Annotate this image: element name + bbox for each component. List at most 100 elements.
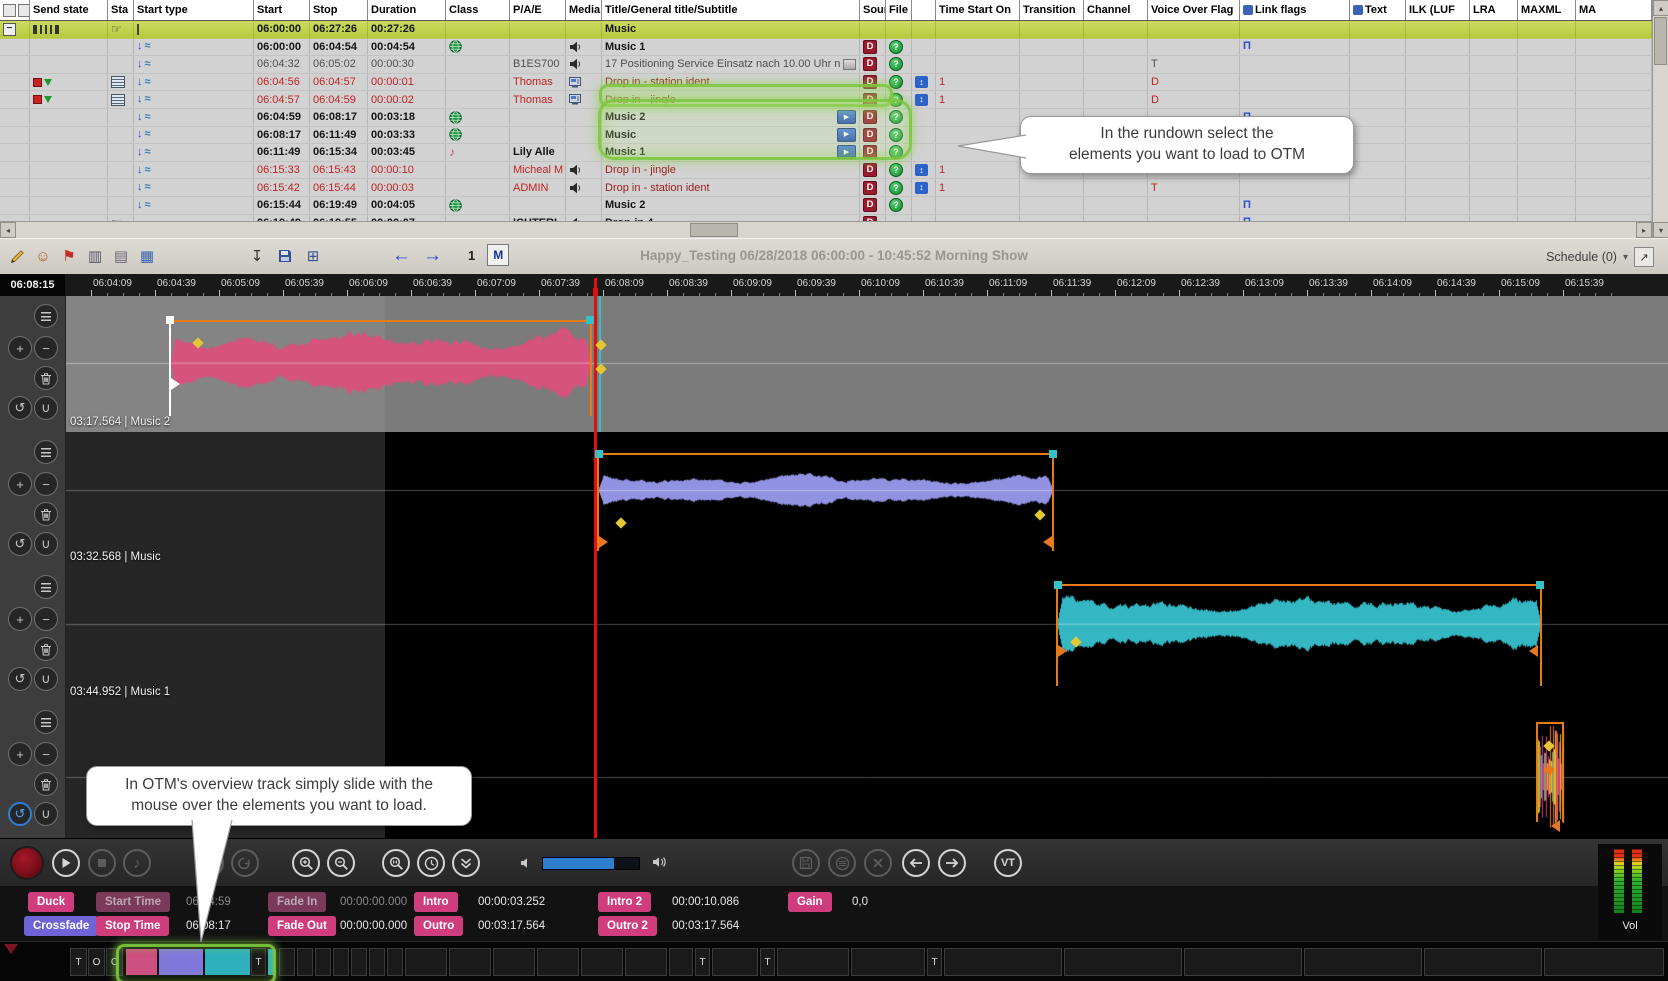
rundown-row-0[interactable]: −☞06:00:0006:27:2600:27:26Music — [0, 21, 1652, 39]
next-button[interactable] — [938, 849, 966, 877]
rundown-row-9[interactable]: ↓≈06:15:4206:15:4400:00:03ADMINDrop in -… — [0, 179, 1652, 197]
column-header-send[interactable]: Send state — [30, 0, 108, 20]
column-header-sel[interactable] — [0, 0, 30, 20]
zoom-out-button[interactable] — [327, 849, 355, 877]
column-header-title[interactable]: Title/General title/Subtitle — [602, 0, 860, 20]
track-cup-button[interactable]: ∪ — [34, 667, 58, 691]
track-trash-button[interactable] — [34, 772, 58, 796]
rundown-row-3[interactable]: ↓≈06:04:5606:04:5700:00:01ThomasDrop in … — [0, 74, 1652, 92]
overview-cell-29[interactable] — [1064, 948, 1182, 976]
overview-cell-18[interactable] — [537, 948, 579, 976]
horizontal-scroll-thumb[interactable] — [690, 223, 738, 237]
start-time-button[interactable]: Start Time — [96, 892, 170, 912]
zoom-time-button[interactable] — [417, 849, 445, 877]
stop-button[interactable] — [88, 849, 116, 877]
track-plus-button[interactable]: + — [8, 336, 32, 360]
edit-pencil-icon[interactable] — [6, 245, 28, 267]
column-header-link[interactable]: Link flags — [1240, 0, 1350, 20]
track-menu-button[interactable] — [34, 304, 58, 328]
track-loop-button[interactable]: ↺ — [8, 667, 32, 691]
column-header-lra[interactable]: LRA — [1470, 0, 1518, 20]
track-cup-button[interactable]: ∪ — [34, 396, 58, 420]
duck-button[interactable]: Duck — [28, 892, 74, 912]
user-icon[interactable]: ☺ — [32, 245, 54, 267]
rundown-row-8[interactable]: ↓≈06:15:3306:15:4300:00:10Micheal MDrop … — [0, 162, 1652, 180]
stop-time-button[interactable]: Stop Time — [96, 916, 169, 936]
record-button[interactable] — [10, 846, 44, 880]
column-header-ilk[interactable]: ILK (LUF — [1406, 0, 1470, 20]
redo-button[interactable] — [231, 849, 259, 877]
cancel-button[interactable] — [864, 849, 892, 877]
previous-button[interactable] — [902, 849, 930, 877]
audition-button[interactable]: ♪ — [123, 849, 151, 877]
overview-cell-26[interactable] — [851, 948, 925, 976]
volume-slider[interactable] — [542, 857, 640, 870]
track-loop-button[interactable]: ↺ — [8, 532, 32, 556]
overview-cell-10[interactable] — [315, 948, 331, 976]
undo-button[interactable] — [196, 849, 224, 877]
scroll-right-button[interactable]: ▸ — [1636, 222, 1652, 238]
scroll-left-button[interactable]: ◂ — [0, 222, 16, 238]
track-menu-button[interactable] — [34, 710, 58, 734]
track-2[interactable]: 03:32.568 | Music+−↺∪ — [0, 432, 1668, 568]
column-header-voice[interactable]: Voice Over Flag — [1148, 0, 1240, 20]
fade-in-button[interactable]: Fade In — [268, 892, 326, 912]
overview-cell-23[interactable] — [712, 948, 758, 976]
flag-icon[interactable]: ⚑ — [58, 245, 80, 267]
intro2-button[interactable]: Intro 2 — [598, 892, 651, 912]
envelope-line[interactable] — [1057, 584, 1541, 586]
track-minus-button[interactable]: − — [34, 742, 58, 766]
fade-out-button[interactable]: Fade Out — [268, 916, 336, 936]
overview-cell-14[interactable] — [387, 948, 403, 976]
paste-icon[interactable]: ▤ — [110, 245, 132, 267]
mixdown-button[interactable] — [828, 849, 856, 877]
rundown-row-10[interactable]: ↓≈06:15:4406:19:4900:04:05Music 2D?Π — [0, 197, 1652, 215]
column-header-dur[interactable]: Duration — [368, 0, 446, 20]
envelope-line[interactable] — [1537, 722, 1563, 724]
scroll-down-button[interactable]: ▾ — [1653, 222, 1668, 238]
track-3[interactable]: 03:44.952 | Music 1+−↺∪ — [0, 567, 1668, 703]
rundown-row-7[interactable]: ↓≈06:11:4906:15:3400:03:45♪Lily AlleMusi… — [0, 144, 1652, 162]
rundown-row-2[interactable]: ↓≈06:04:3206:05:0200:00:30B1ES70017 Posi… — [0, 56, 1652, 74]
vt-button[interactable]: VT — [994, 849, 1022, 877]
column-header-flag2[interactable] — [912, 0, 936, 20]
overview-cell-o-1[interactable]: O — [88, 948, 105, 976]
load-down-icon[interactable]: ↧ — [246, 245, 268, 267]
track-minus-button[interactable]: − — [34, 607, 58, 631]
select-all-button[interactable] — [3, 4, 16, 17]
overview-cell-17[interactable] — [493, 948, 535, 976]
rundown-horizontal-scrollbar[interactable]: ◂ ▸ — [0, 221, 1652, 239]
track-cup-button[interactable]: ∪ — [34, 802, 58, 826]
rundown-row-1[interactable]: ↓≈06:00:0006:04:5400:04:54Music 1D?Π — [0, 39, 1652, 57]
overview-cell-13[interactable] — [369, 948, 385, 976]
track-plus-button[interactable]: + — [8, 472, 32, 496]
track-trash-button[interactable] — [34, 502, 58, 526]
overview-cell-8[interactable] — [279, 948, 295, 976]
track-1[interactable]: 03:17.564 | Music 2+−↺∪ — [0, 296, 1668, 433]
column-header-sour[interactable]: Sour — [860, 0, 886, 20]
copy-icon[interactable]: ▥ — [84, 245, 106, 267]
outro2-button[interactable]: Outro 2 — [598, 916, 657, 936]
envelope-line[interactable] — [598, 453, 1053, 455]
vertical-scroll-thumb[interactable] — [1654, 17, 1667, 65]
track-plus-button[interactable]: + — [8, 742, 32, 766]
play-button[interactable] — [52, 849, 80, 877]
column-header-cls[interactable]: Class — [446, 0, 510, 20]
gain-button[interactable]: Gain — [788, 892, 832, 912]
overview-cell-t-24[interactable]: T — [760, 948, 775, 976]
column-header-ma[interactable]: MA — [1576, 0, 1652, 20]
timeline-ruler[interactable]: 06:08:15 06:04:0906:04:3906:05:0906:05:3… — [0, 274, 1668, 296]
overview-cell-19[interactable] — [581, 948, 623, 976]
overview-cell-15[interactable] — [405, 948, 447, 976]
overview-cell-t-27[interactable]: T — [927, 948, 942, 976]
column-header-pae[interactable]: P/A/E — [510, 0, 566, 20]
rundown-row-5[interactable]: ↓≈06:04:5906:08:1700:03:18Music 2▶D?Π — [0, 109, 1652, 127]
column-header-stype[interactable]: Start type — [134, 0, 254, 20]
overview-cell-21[interactable] — [669, 948, 693, 976]
overview-cell-32[interactable] — [1424, 948, 1542, 976]
zoom-selection-button[interactable] — [382, 849, 410, 877]
overview-cell-25[interactable] — [777, 948, 849, 976]
overview-cell-16[interactable] — [449, 948, 491, 976]
track-loop-button[interactable]: ↺ — [8, 802, 32, 826]
outro-button[interactable]: Outro — [414, 916, 463, 936]
